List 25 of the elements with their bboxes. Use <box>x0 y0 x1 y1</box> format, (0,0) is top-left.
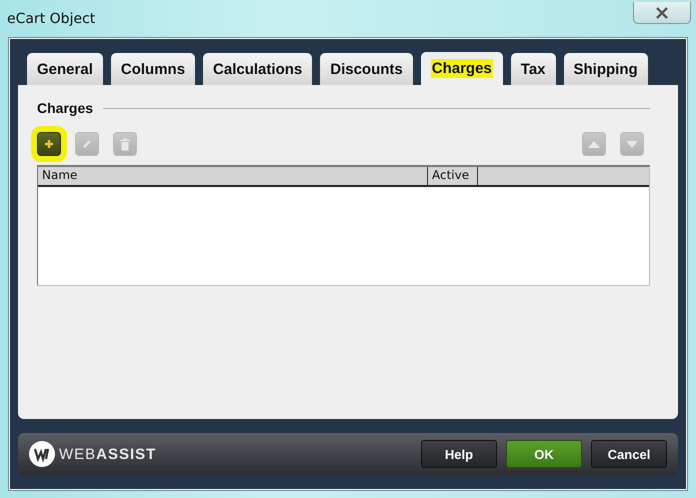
logo-text: WEBASSIST <box>59 446 156 462</box>
up-triangle-icon <box>588 140 600 148</box>
window-title: eCart Object <box>7 11 96 27</box>
tab[interactable]: General <box>27 53 103 85</box>
plus-icon <box>44 139 54 149</box>
close-button[interactable] <box>633 2 691 24</box>
tab[interactable]: Calculations <box>203 53 312 85</box>
tab-label: Charges <box>430 59 493 78</box>
column-header[interactable]: Active <box>428 167 478 185</box>
column-header[interactable]: Name <box>38 167 428 185</box>
ok-button[interactable]: OK <box>506 440 582 468</box>
tab[interactable]: Columns <box>110 53 196 85</box>
add-button[interactable] <box>37 132 61 156</box>
trash-icon <box>119 138 131 150</box>
logo-icon <box>29 441 55 467</box>
pencil-icon <box>81 138 93 150</box>
tab[interactable]: Tax <box>510 53 556 85</box>
section-title: Charges <box>37 100 94 116</box>
close-icon <box>655 6 669 18</box>
dialog-button[interactable]: Help <box>421 440 497 468</box>
dialog-button[interactable]: Cancel <box>591 440 667 468</box>
tab[interactable]: Shipping <box>564 53 648 85</box>
down-triangle-icon <box>626 140 638 148</box>
tab[interactable]: Discounts <box>320 53 413 85</box>
tab[interactable]: Charges <box>420 52 503 85</box>
